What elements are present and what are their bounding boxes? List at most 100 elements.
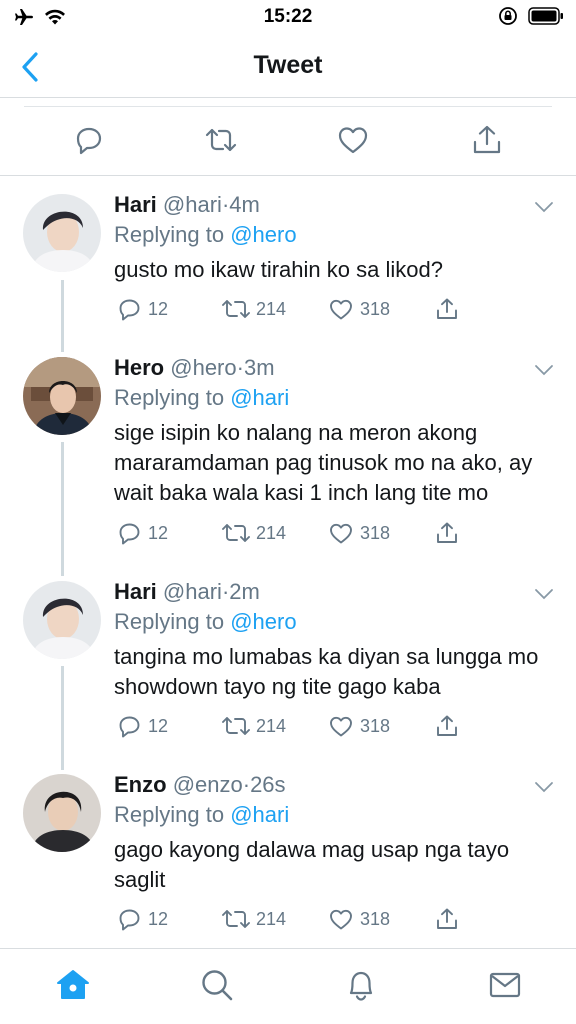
separator-dot: ·: [242, 772, 251, 797]
chevron-down-icon[interactable]: [534, 363, 554, 377]
avatar[interactable]: [23, 357, 101, 435]
like-action[interactable]: 318: [328, 907, 390, 931]
display-name[interactable]: Hero: [114, 355, 164, 380]
reply-tweet[interactable]: Enzo @enzo·26s Replying to @hari gago ka…: [0, 756, 576, 948]
battery-icon: [528, 7, 563, 25]
chevron-down-icon[interactable]: [534, 200, 554, 214]
replying-to-link[interactable]: @hari: [230, 385, 289, 410]
avatar[interactable]: [23, 774, 101, 852]
share-action[interactable]: [434, 297, 460, 321]
reply-count: 12: [148, 522, 169, 543]
replying-to: Replying to @hero: [114, 607, 556, 637]
username[interactable]: @hari: [163, 192, 222, 217]
tweet-body: Hari @hari·4m Replying to @hero gusto mo…: [114, 190, 556, 285]
replying-to-label: Replying to: [114, 802, 225, 827]
notifications-icon[interactable]: [343, 967, 379, 1003]
reply-icon: [119, 909, 140, 931]
timestamp: 3m: [243, 355, 275, 380]
tweet-header: Hari @hari·2m: [114, 577, 556, 607]
share-action[interactable]: [434, 907, 460, 931]
nav-bar: Tweet: [0, 36, 576, 98]
like-count: 318: [360, 908, 391, 929]
reply-action[interactable]: 12: [118, 297, 168, 321]
reply-action[interactable]: 12: [118, 714, 168, 738]
status-right: [498, 6, 564, 26]
username[interactable]: @enzo: [173, 772, 243, 797]
search-icon[interactable]: [199, 967, 235, 1003]
replying-to-link[interactable]: @hero: [230, 609, 296, 634]
replying-to-label: Replying to: [114, 222, 225, 247]
reply-count: 12: [148, 298, 169, 319]
replying-to-link[interactable]: @hari: [230, 802, 289, 827]
replying-to: Replying to @hari: [114, 383, 556, 413]
chevron-down-icon[interactable]: [534, 587, 554, 601]
replying-to: Replying to @hari: [114, 800, 556, 830]
like-icon: [330, 523, 352, 544]
share-action[interactable]: [434, 521, 460, 545]
status-bar: 15:22: [0, 0, 576, 36]
status-time: 15:22: [263, 6, 313, 27]
avatar[interactable]: [23, 581, 101, 659]
reply-count: 12: [148, 715, 169, 736]
retweet-count: 214: [256, 908, 287, 929]
tweet-text: gusto mo ikaw tirahin ko sa likod?: [114, 257, 443, 282]
chevron-down-icon[interactable]: [534, 780, 554, 794]
retweet-icon: [222, 910, 250, 928]
replying-to-link[interactable]: @hero: [230, 222, 296, 247]
retweet-icon: [222, 717, 250, 735]
username[interactable]: @hari: [163, 579, 222, 604]
timestamp: 2m: [229, 579, 260, 604]
display-name[interactable]: Enzo: [114, 772, 167, 797]
retweet-count: 214: [256, 522, 287, 543]
share-icon: [437, 522, 457, 543]
retweet-action[interactable]: 214: [222, 714, 286, 738]
tweet-actions: 12 214 318: [114, 297, 554, 327]
reply-icon: [119, 523, 140, 545]
like-action[interactable]: 318: [328, 521, 390, 545]
tweet-actions: 12 214 318: [114, 907, 554, 937]
username[interactable]: @hero: [170, 355, 236, 380]
messages-icon[interactable]: [487, 967, 523, 1003]
share-icon[interactable]: [470, 123, 504, 157]
home-icon[interactable]: [55, 967, 91, 1003]
like-action[interactable]: 318: [328, 714, 390, 738]
retweet-action[interactable]: 214: [222, 297, 286, 321]
share-icon: [437, 298, 457, 319]
reply-tweet[interactable]: Hari @hari·2m Replying to @hero tangina …: [0, 563, 576, 756]
display-name[interactable]: Hari: [114, 579, 157, 604]
tweet-header: Enzo @enzo·26s: [114, 770, 556, 800]
retweet-action[interactable]: 214: [222, 907, 286, 931]
main-tweet-actions: [0, 98, 576, 176]
avatar[interactable]: [23, 194, 101, 272]
reply-action[interactable]: 12: [118, 907, 168, 931]
tweet-body: Hero @hero·3m Replying to @hari sige isi…: [114, 353, 556, 508]
timestamp: 4m: [229, 192, 260, 217]
retweet-action[interactable]: 214: [222, 521, 286, 545]
replying-to-label: Replying to: [114, 609, 225, 634]
reply-action[interactable]: 12: [118, 521, 168, 545]
reply-count: 12: [148, 908, 169, 929]
reply-icon[interactable]: [72, 123, 106, 157]
tweet-text: tangina mo lumabas ka diyan sa lungga mo…: [114, 644, 539, 699]
tweet-body: Hari @hari·2m Replying to @hero tangina …: [114, 577, 556, 702]
page-title: Tweet: [253, 51, 323, 79]
like-count: 318: [360, 298, 391, 319]
tweet-header: Hari @hari·4m: [114, 190, 556, 220]
like-action[interactable]: 318: [328, 297, 390, 321]
reply-tweet[interactable]: Hari @hari·4m Replying to @hero gusto mo…: [0, 176, 576, 338]
like-icon: [330, 716, 352, 737]
reply-icon: [119, 299, 140, 321]
tweet-text: gago kayong dalawa mag usap nga tayo sag…: [114, 837, 510, 892]
like-count: 318: [360, 715, 391, 736]
tweet-actions: 12 214 318: [114, 521, 554, 551]
tweet-body: Enzo @enzo·26s Replying to @hari gago ka…: [114, 770, 556, 895]
share-icon: [437, 908, 457, 929]
retweet-icon: [222, 524, 250, 542]
retweet-count: 214: [256, 715, 287, 736]
retweet-icon[interactable]: [204, 123, 238, 157]
like-icon[interactable]: [336, 123, 370, 157]
retweet-count: 214: [256, 298, 287, 319]
share-action[interactable]: [434, 714, 460, 738]
reply-tweet[interactable]: Hero @hero·3m Replying to @hari sige isi…: [0, 339, 576, 563]
display-name[interactable]: Hari: [114, 192, 157, 217]
